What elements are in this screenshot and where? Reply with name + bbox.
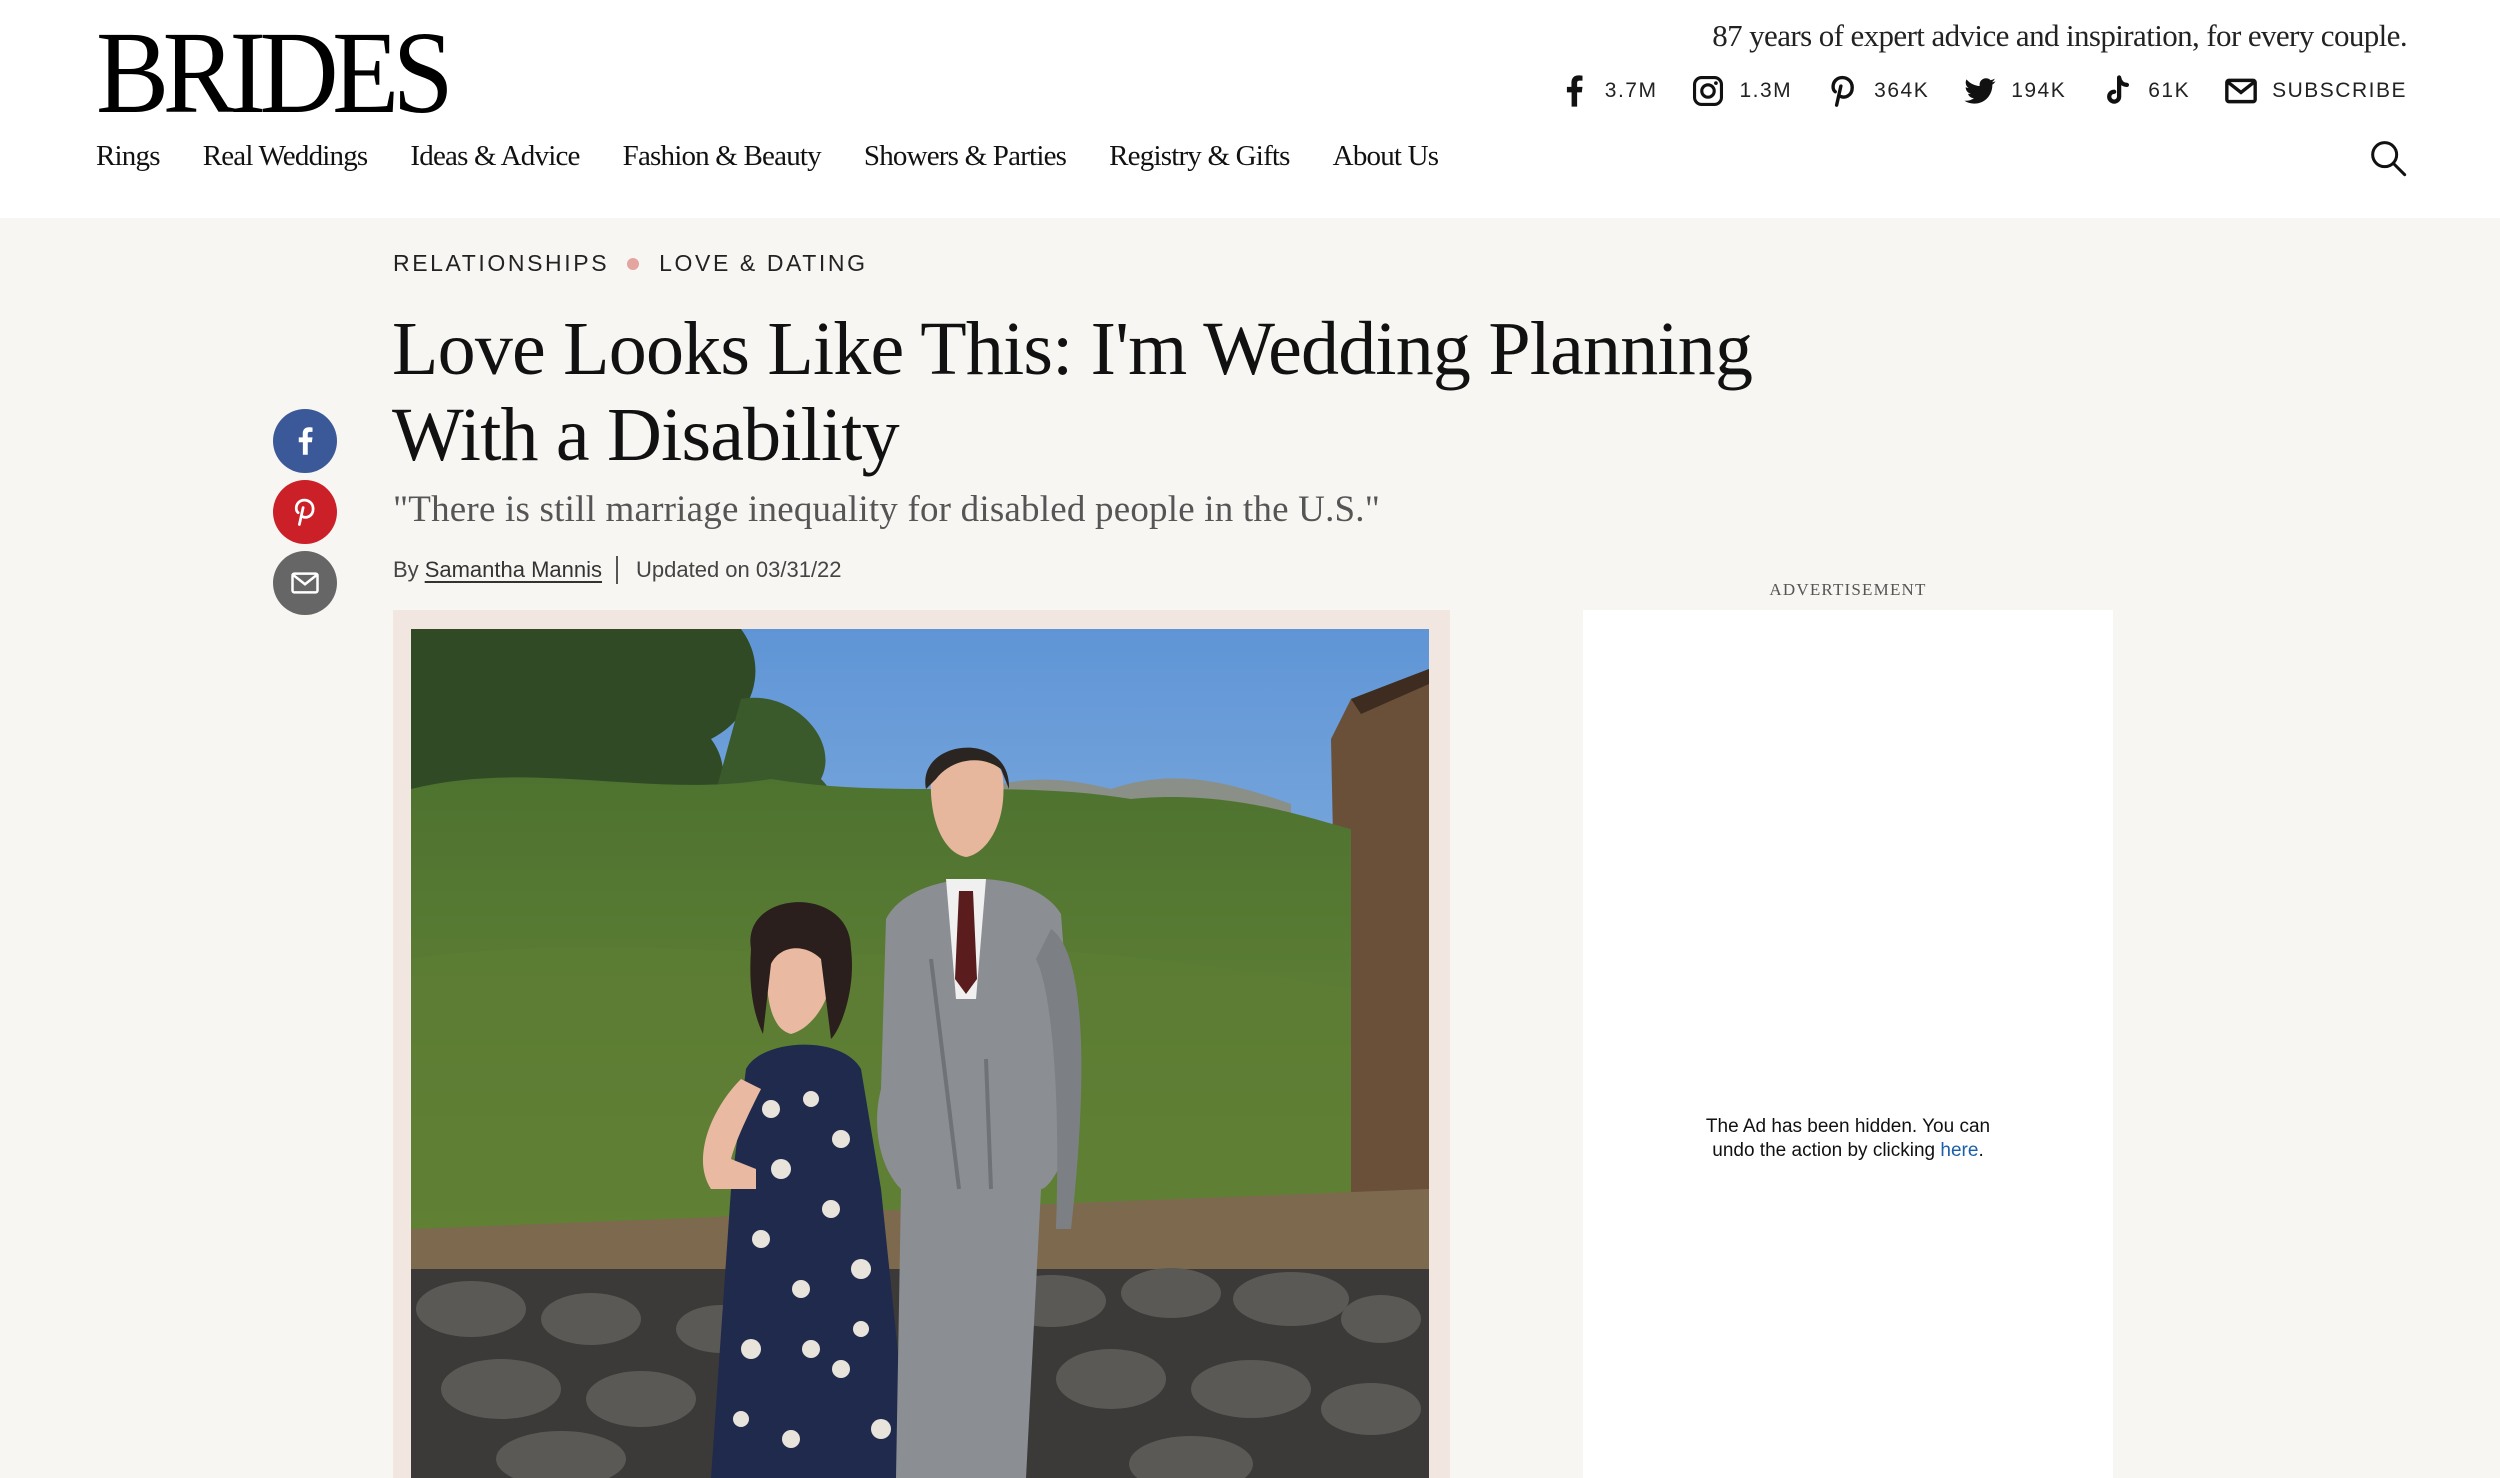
- ad-message-line-2: undo the action by clicking here.: [1583, 1139, 2113, 1163]
- nav-about-us[interactable]: About Us: [1333, 140, 1439, 173]
- instagram-count: 1.3M: [1739, 79, 1793, 102]
- brides-logo[interactable]: BRIDES: [96, 14, 454, 132]
- breadcrumb-separator-dot: [627, 257, 640, 270]
- ad-undo-link[interactable]: here: [1940, 1140, 1978, 1161]
- ad-message-text: undo the action by clicking: [1712, 1140, 1936, 1161]
- share-rail: [273, 409, 337, 615]
- breadcrumb: RELATIONSHIPS LOVE & DATING: [393, 250, 868, 277]
- share-email-button[interactable]: [273, 551, 337, 615]
- ad-slot: The Ad has been hidden. You can undo the…: [1583, 610, 2113, 1478]
- subscribe-label: SUBSCRIBE: [2272, 79, 2407, 102]
- pinterest-icon: [1831, 75, 1855, 107]
- social-pinterest-link[interactable]: 364K: [1826, 74, 1929, 108]
- site-tagline: 87 years of expert advice and inspiratio…: [1712, 18, 2407, 53]
- site-header: BRIDES 87 years of expert advice and ins…: [0, 0, 2500, 218]
- ad-hidden-message: The Ad has been hidden. You can undo the…: [1583, 1115, 2113, 1163]
- pinterest-icon: [294, 498, 315, 526]
- mail-icon: [291, 572, 319, 594]
- facebook-icon: [298, 427, 313, 455]
- updated-date: Updated on 03/31/22: [636, 557, 842, 582]
- twitter-count: 194K: [2011, 79, 2067, 102]
- ad-label: ADVERTISEMENT: [1769, 580, 1927, 599]
- article-dek: "There is still marriage inequality for …: [393, 489, 1381, 530]
- social-tiktok-link[interactable]: 61K: [2100, 74, 2190, 108]
- hero-image-frame: [393, 610, 1450, 1478]
- nav-fashion-beauty[interactable]: Fashion & Beauty: [623, 140, 822, 173]
- facebook-count: 3.7M: [1604, 79, 1658, 102]
- nav-real-weddings[interactable]: Real Weddings: [203, 140, 369, 173]
- tiktok-icon: [2107, 75, 2130, 104]
- author-link[interactable]: Samantha Mannis: [425, 557, 602, 583]
- share-facebook-button[interactable]: [273, 409, 337, 473]
- search-button[interactable]: [2368, 138, 2408, 178]
- main-nav: Rings Real Weddings Ideas & Advice Fashi…: [96, 140, 1439, 173]
- social-links: 3.7M 1.3M 364K 194K 61K SUBSCRIBE: [1557, 74, 2407, 108]
- byline: By Samantha Mannis Updated on 03/31/22: [393, 556, 842, 584]
- nav-registry-gifts[interactable]: Registry & Gifts: [1109, 140, 1290, 173]
- pinterest-count: 364K: [1874, 79, 1930, 102]
- mail-icon: [2225, 78, 2257, 104]
- byline-divider: [616, 556, 619, 584]
- social-facebook-link[interactable]: 3.7M: [1557, 74, 1658, 108]
- byline-prefix: By: [393, 557, 419, 582]
- search-icon: [2371, 141, 2407, 177]
- breadcrumb-relationships[interactable]: RELATIONSHIPS: [393, 250, 609, 277]
- nav-showers-parties[interactable]: Showers & Parties: [864, 140, 1067, 173]
- share-pinterest-button[interactable]: [273, 480, 337, 544]
- tiktok-count: 61K: [2148, 79, 2191, 102]
- facebook-icon: [1566, 75, 1583, 107]
- article-title: Love Looks Like This: I'm Wedding Planni…: [392, 307, 1753, 477]
- twitter-icon: [1964, 78, 1996, 104]
- breadcrumb-love-dating[interactable]: LOVE & DATING: [659, 250, 867, 277]
- ad-message-line-1: The Ad has been hidden. You can: [1705, 1116, 1991, 1137]
- nav-ideas-advice[interactable]: Ideas & Advice: [410, 140, 580, 173]
- social-instagram-link[interactable]: 1.3M: [1691, 74, 1792, 108]
- social-twitter-link[interactable]: 194K: [1963, 74, 2066, 108]
- ad-message-end: .: [1978, 1140, 1984, 1161]
- hero-image: [411, 629, 1429, 1478]
- instagram-icon: [1693, 75, 1724, 107]
- nav-rings[interactable]: Rings: [96, 140, 160, 173]
- subscribe-link[interactable]: SUBSCRIBE: [2224, 74, 2407, 108]
